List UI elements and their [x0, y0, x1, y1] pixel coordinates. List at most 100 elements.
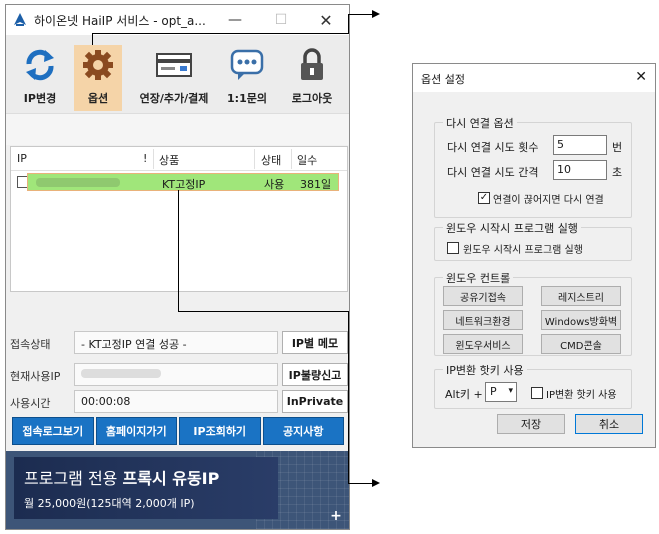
banner-title-bold: 프록시 유동IP — [122, 469, 220, 488]
th-days[interactable]: 일수 — [297, 152, 317, 168]
services-button[interactable]: 윈도우서비스 — [443, 334, 523, 354]
connector-line — [348, 483, 372, 484]
status-row: 접속상태 - KT고정IP 연결 성공 - IP별 메모 — [6, 331, 349, 355]
arrow-right-icon — [372, 10, 380, 18]
options-dialog: 옵션 설정 ✕ 다시 연결 옵션 다시 연결 시도 횟수 5 번 다시 연결 시… — [412, 63, 656, 448]
cancel-button[interactable]: 취소 — [575, 414, 643, 434]
group-title: IP변환 핫키 사용 — [443, 362, 527, 378]
retry-count-input[interactable]: 5 — [553, 135, 607, 155]
ip-report-button[interactable]: IP불량신고 — [282, 363, 348, 386]
connector-line — [92, 33, 93, 45]
connector-line — [348, 311, 349, 483]
hotkey-checkbox[interactable] — [531, 387, 543, 399]
retry-interval-input[interactable]: 10 — [553, 160, 607, 180]
toolbar: IP변경 옵션 연장/추가/결제 1:1문의 로그아웃 — [6, 35, 349, 113]
ad-banner[interactable]: 프로그램 전용 프록시 유동IP 월 25,000원(125대역 2,000개 … — [6, 451, 349, 529]
connector-line — [92, 33, 348, 34]
cell-product: KT고정IP — [162, 178, 206, 191]
hotkey-value: P — [490, 385, 497, 398]
tool-label: 1:1문의 — [227, 92, 267, 105]
tool-label: 옵션 — [87, 92, 109, 105]
column-separator — [254, 149, 255, 169]
info-strip — [6, 113, 349, 145]
group-title: 다시 연결 옵션 — [443, 115, 517, 131]
connector-line — [178, 190, 179, 312]
ip-lookup-button[interactable]: IP조회하기 — [179, 417, 261, 445]
cmd-console-button[interactable]: CMD콘솔 — [541, 334, 621, 354]
column-separator — [291, 149, 292, 169]
group-title: 윈도우 시작시 프로그램 실행 — [443, 220, 581, 236]
th-product[interactable]: 상품 — [159, 152, 179, 168]
refresh-icon — [20, 45, 60, 85]
banner-title: 프로그램 전용 프록시 유동IP — [24, 465, 219, 489]
group-title: 윈도우 컨트롤 — [443, 270, 514, 286]
ip-memo-button[interactable]: IP별 메모 — [282, 331, 348, 354]
tool-ip-change[interactable]: IP변경 — [14, 45, 66, 111]
status-value: - KT고정IP 연결 성공 - — [74, 331, 278, 354]
ip-address-blurred — [36, 178, 120, 187]
close-button[interactable]: ✕ — [306, 5, 346, 35]
inprivate-button[interactable]: InPrivate — [282, 390, 348, 413]
ip-table: IP ! 상품 상태 일수 KT고정IP 사용 381일 — [10, 146, 348, 292]
current-ip-row: 현재사용IP IP불량신고 — [6, 363, 349, 387]
retry-count-unit: 번 — [612, 141, 623, 154]
windows-control-group: 윈도우 컨트롤 공유기접속 레지스트리 네트워크환경 Windows방화벽 윈도… — [434, 270, 632, 356]
retry-interval-label: 다시 연결 시도 간격 — [447, 166, 539, 179]
connector-line — [178, 311, 348, 312]
th-status[interactable]: 상태 — [261, 152, 281, 168]
time-value: 00:00:08 — [74, 390, 278, 413]
startup-checkbox[interactable] — [447, 242, 459, 254]
minimize-button[interactable]: — — [215, 5, 255, 35]
homepage-button[interactable]: 홈페이지가기 — [95, 417, 177, 445]
app-icon — [14, 13, 26, 26]
firewall-button[interactable]: Windows방화벽 — [541, 310, 621, 330]
startup-label: 윈도우 시작시 프로그램 실행 — [463, 245, 583, 256]
time-label: 사용시간 — [10, 397, 51, 410]
th-ip[interactable]: IP — [17, 152, 27, 165]
save-button[interactable]: 저장 — [497, 414, 565, 434]
cell-status: 사용 — [264, 178, 285, 191]
plus-icon[interactable]: + — [329, 509, 343, 523]
tool-label: 연장/추가/결제 — [139, 92, 209, 105]
window-title: 하이온넷 HaiIP 서비스 - opt_a... — [34, 13, 206, 28]
gear-icon — [78, 45, 118, 85]
th-alert[interactable]: ! — [143, 152, 147, 165]
chat-icon — [227, 45, 267, 85]
auto-reconnect-checkbox[interactable]: ✓ — [478, 192, 490, 204]
cell-days: 381일 — [300, 178, 332, 191]
tool-label: IP변경 — [23, 92, 57, 105]
table-header: IP ! 상품 상태 일수 — [11, 147, 347, 171]
action-bar: 접속로그보기 홈페이지가기 IP조회하기 공지사항 — [12, 417, 344, 445]
hotkey-label: IP변환 핫키 사용 — [546, 390, 617, 401]
connector-line — [348, 14, 372, 15]
tool-options[interactable]: 옵션 — [74, 45, 122, 111]
notice-button[interactable]: 공지사항 — [262, 417, 344, 445]
hotkey-prefix: Alt키 + — [445, 388, 483, 401]
tool-label: 로그아웃 — [291, 92, 333, 105]
column-separator — [153, 149, 154, 169]
tool-logout[interactable]: 로그아웃 — [286, 45, 338, 111]
maximize-button[interactable]: ☐ — [261, 5, 301, 35]
time-row: 사용시간 00:00:08 InPrivate — [6, 390, 349, 414]
tool-extend-pay[interactable]: 연장/추가/결제 — [134, 45, 214, 111]
network-button[interactable]: 네트워크환경 — [443, 310, 523, 330]
ip-blurred — [81, 369, 161, 378]
reconnect-group: 다시 연결 옵션 다시 연결 시도 횟수 5 번 다시 연결 시도 간격 10 … — [434, 115, 632, 218]
dialog-title-bar[interactable]: 옵션 설정 ✕ — [413, 64, 655, 92]
current-ip-value — [74, 363, 278, 386]
tool-inquiry[interactable]: 1:1문의 — [224, 45, 270, 111]
hotkey-group: IP변환 핫키 사용 Alt키 + P ▾ IP변환 핫키 사용 — [434, 362, 632, 409]
chevron-down-icon: ▾ — [508, 386, 513, 396]
registry-button[interactable]: 레지스트리 — [541, 286, 621, 306]
router-access-button[interactable]: 공유기접속 — [443, 286, 523, 306]
arrow-right-icon — [372, 479, 380, 487]
lock-icon — [292, 45, 332, 85]
title-bar[interactable]: 하이온넷 HaiIP 서비스 - opt_a... — ☐ ✕ — [6, 5, 349, 35]
retry-interval-unit: 초 — [612, 166, 623, 179]
hotkey-select[interactable]: P ▾ — [485, 382, 517, 402]
view-log-button[interactable]: 접속로그보기 — [12, 417, 94, 445]
auto-reconnect-label: 연결이 끊어지면 다시 연결 — [493, 195, 604, 206]
table-row[interactable]: KT고정IP 사용 381일 — [27, 173, 339, 191]
card-icon — [154, 45, 194, 85]
dialog-close-button[interactable]: ✕ — [635, 69, 647, 85]
